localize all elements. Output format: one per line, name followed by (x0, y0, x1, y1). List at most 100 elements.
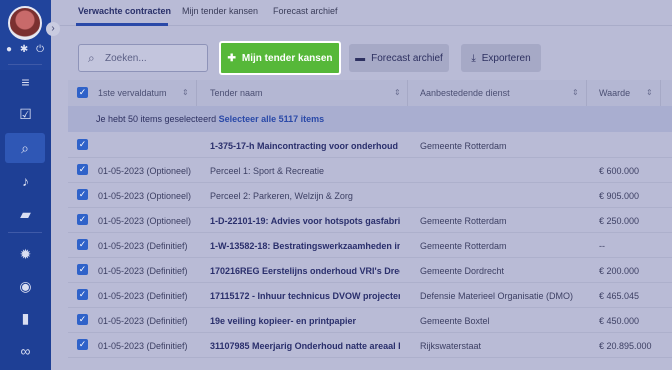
row-checkbox[interactable]: ✓ (77, 214, 88, 225)
table-header: ✓ 1ste vervaldatum ⇕ Tender naam ⇕ Aanbe… (68, 80, 672, 106)
row-organisation: Gemeente Rotterdam (420, 141, 507, 151)
row-value: € 200.000 (599, 266, 640, 276)
row-tender-name[interactable]: Perceel 2: Parkeren, Welzijn & Zorg (210, 191, 400, 201)
row-date: 01-05-2023 (Definitief) (98, 316, 188, 326)
layers-icon[interactable]: ≡ (0, 67, 51, 97)
sidebar-divider (8, 232, 42, 233)
row-value: -- (599, 241, 605, 251)
power-icon[interactable]: ⏻ (36, 44, 44, 56)
avatar[interactable] (8, 6, 42, 40)
row-checkbox[interactable]: ✓ (77, 289, 88, 300)
header-vervaldatum[interactable]: 1ste vervaldatum (98, 88, 167, 98)
folder-icon[interactable]: ▰ (0, 199, 51, 229)
archive-icon: ▬ (355, 52, 366, 64)
mijn-tender-kansen-button[interactable]: ✚ Mijn tender kansen (219, 41, 341, 75)
sort-icon[interactable]: ⇕ (646, 88, 653, 97)
row-value: € 250.000 (599, 216, 640, 226)
row-tender-name[interactable]: 1-W-13582-18: Bestratingswerkzaamheden i… (210, 241, 400, 251)
column-separator (660, 80, 661, 106)
row-checkbox[interactable]: ✓ (77, 139, 88, 150)
search-input[interactable]: ⌕ Zoeken... (78, 44, 208, 72)
row-value: € 600.000 (599, 166, 640, 176)
tab-mijn-tender-kansen[interactable]: Mijn tender kansen (182, 6, 258, 16)
header-aanbestedende-dienst[interactable]: Aanbestedende dienst (420, 88, 510, 98)
table-row[interactable]: ✓ 01-05-2023 (Optioneel) Perceel 2: Parker… (68, 183, 672, 208)
sort-icon[interactable]: ⇕ (182, 88, 189, 97)
export-button[interactable]: ⤓ Exporteren (461, 44, 541, 72)
row-date: 01-05-2023 (Optioneel) (98, 166, 192, 176)
column-separator (196, 80, 197, 106)
infinity-icon[interactable]: ∞ (0, 336, 51, 366)
row-value: € 465.045 (599, 291, 640, 301)
row-checkbox[interactable]: ✓ (77, 314, 88, 325)
row-checkbox[interactable]: ✓ (77, 239, 88, 250)
row-date: 01-05-2023 (Definitief) (98, 241, 188, 251)
lightbulb-icon[interactable]: ✹ (0, 239, 51, 269)
row-date: 01-05-2023 (Optioneel) (98, 216, 192, 226)
row-tender-name[interactable]: 170216REG Eerstelijns onderhoud VRI's Dr… (210, 266, 400, 276)
row-tender-name[interactable]: 19e veiling kopieer- en printpapier (210, 316, 400, 326)
download-icon: ⤓ (471, 52, 476, 64)
table-row[interactable]: ✓ 01-05-2023 (Optioneel) Perceel 1: Sport … (68, 158, 672, 183)
row-value: € 450.000 (599, 316, 640, 326)
selection-text: Je hebt 50 items geselecteerd (96, 114, 219, 124)
table-row[interactable]: ✓ 01-05-2023 (Definitief) 1-W-13582-18: Be… (68, 233, 672, 258)
plus-icon: ✚ (227, 52, 236, 64)
row-checkbox[interactable]: ✓ (77, 264, 88, 275)
row-organisation: Rijkswaterstaat (420, 341, 482, 351)
table-row[interactable]: ✓ 01-05-2023 (Optioneel) 1-D-22101-19: Adv… (68, 208, 672, 233)
column-separator (586, 80, 587, 106)
table-row[interactable]: ✓ 01-05-2023 (Definitief) 17115172 - Inhuu… (68, 283, 672, 308)
row-organisation: Gemeente Boxtel (420, 316, 490, 326)
row-tender-name[interactable]: 17115172 - Inhuur technicus DVOW project… (210, 291, 400, 301)
search-icon: ⌕ (88, 51, 95, 65)
select-all-checkbox[interactable]: ✓ (77, 87, 88, 98)
tab-forecast-archief[interactable]: Forecast archief (273, 6, 338, 16)
collapse-sidebar-icon[interactable]: › (46, 22, 60, 36)
sort-icon[interactable]: ⇕ (572, 88, 579, 97)
sidebar-quick-icons: ● ✱ ⏻ (2, 44, 48, 56)
row-date: 01-05-2023 (Definitief) (98, 341, 188, 351)
tab-verwachte-contracten[interactable]: Verwachte contracten (78, 6, 171, 16)
row-date: 01-05-2023 (Definitief) (98, 266, 188, 276)
row-checkbox[interactable]: ✓ (77, 339, 88, 350)
header-waarde[interactable]: Waarde (599, 88, 630, 98)
row-tender-name[interactable]: 1-375-17-h Maincontracting voor onderhou… (210, 141, 400, 151)
row-tender-name[interactable]: 1-D-22101-19: Advies voor hotspots gasfa… (210, 216, 400, 226)
column-separator (407, 80, 408, 106)
user-icon[interactable]: ● (6, 44, 12, 56)
selection-banner: Je hebt 50 items geselecteerd Selecteer … (68, 106, 672, 132)
mijn-tender-kansen-label: Mijn tender kansen (241, 52, 333, 64)
eye-icon[interactable]: ◉ (0, 271, 51, 301)
row-checkbox[interactable]: ✓ (77, 164, 88, 175)
gear-icon[interactable]: ✱ (20, 44, 28, 56)
sidebar: › ● ✱ ⏻ ≡ ☑ ⌕ ♪ ▰ ✹ ◉ ▮ ∞ (0, 0, 60, 370)
header-tender-naam[interactable]: Tender naam (210, 88, 263, 98)
row-organisation: Defensie Materieel Organisatie (DMO) (420, 291, 574, 301)
table-row[interactable]: ✓ 01-05-2023 (Definitief) 170216REG Eerste… (68, 258, 672, 283)
checkbox-icon[interactable]: ☑ (0, 99, 51, 129)
row-tender-name[interactable]: Perceel 1: Sport & Recreatie (210, 166, 400, 176)
row-organisation: Gemeente Rotterdam (420, 241, 507, 251)
table-row[interactable]: ✓ 1-375-17-h Maincontracting voor onderho… (68, 133, 672, 158)
select-all-link[interactable]: Selecteer alle 5117 items (219, 114, 325, 124)
book-icon[interactable]: ▮ (0, 303, 51, 333)
forecast-archief-button[interactable]: ▬ Forecast archief (349, 44, 449, 72)
search-nav-icon[interactable]: ⌕ (5, 133, 45, 163)
bell-icon[interactable]: ♪ (0, 166, 51, 196)
row-organisation: Gemeente Dordrecht (420, 266, 505, 276)
search-placeholder: Zoeken... (105, 53, 147, 64)
row-tender-name[interactable]: 31107985 Meerjarig Onderhoud natte areaa… (210, 341, 400, 351)
sidebar-divider (8, 64, 42, 65)
row-checkbox[interactable]: ✓ (77, 189, 88, 200)
table-row[interactable]: ✓ 01-05-2023 (Definitief) 31107985 Meerjar… (68, 333, 672, 358)
row-value: € 20.895.000 (599, 341, 652, 351)
row-date: 01-05-2023 (Optioneel) (98, 191, 192, 201)
row-organisation: Gemeente Rotterdam (420, 216, 507, 226)
row-value: € 905.000 (599, 191, 640, 201)
export-label: Exporteren (481, 52, 531, 64)
sort-icon[interactable]: ⇕ (394, 88, 401, 97)
row-date: 01-05-2023 (Definitief) (98, 291, 188, 301)
table-row[interactable]: ✓ 01-05-2023 (Definitief) 19e veiling kopi… (68, 308, 672, 333)
active-tab-indicator (76, 23, 168, 26)
